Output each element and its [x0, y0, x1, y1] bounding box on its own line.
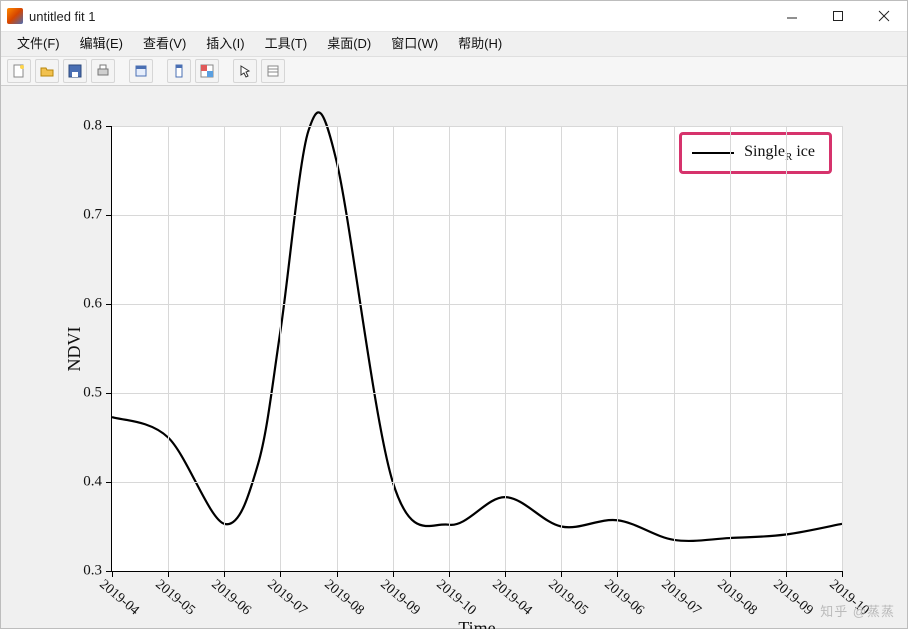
grid-v [786, 126, 787, 571]
x-tick [617, 571, 618, 577]
x-axis-label: Time [458, 618, 495, 629]
y-tick-label: 0.6 [62, 296, 112, 313]
grid-v [393, 126, 394, 571]
new-figure-button[interactable] [7, 59, 31, 83]
grid-h [112, 126, 842, 127]
print-icon [96, 64, 110, 78]
x-tick [224, 571, 225, 577]
figure-area[interactable]: SingleR ice NDVI Time 0.30.40.50.60.70.8… [1, 86, 907, 628]
link-icon [172, 64, 186, 78]
legend-swatch [692, 152, 734, 154]
x-tick-label: 2019-09 [770, 577, 816, 619]
menu-tools[interactable]: 工具(T) [255, 32, 318, 56]
print-preview-icon [134, 64, 148, 78]
grid-v [674, 126, 675, 571]
save-button[interactable] [63, 59, 87, 83]
save-icon [68, 64, 82, 78]
grid-v [168, 126, 169, 571]
minimize-button[interactable] [769, 1, 815, 31]
data-tips-button[interactable] [261, 59, 285, 83]
x-tick [674, 571, 675, 577]
menu-window[interactable]: 窗口(W) [381, 32, 448, 56]
x-tick [280, 571, 281, 577]
x-tick [449, 571, 450, 577]
x-tick [337, 571, 338, 577]
y-axis-label: NDVI [64, 326, 85, 371]
y-tick-label: 0.4 [62, 474, 112, 491]
menu-insert[interactable]: 插入(I) [196, 32, 254, 56]
x-tick-label: 2019-05 [152, 577, 198, 619]
menu-desktop[interactable]: 桌面(D) [317, 32, 381, 56]
x-tick [842, 571, 843, 577]
close-button[interactable] [861, 1, 907, 31]
x-tick-label: 2019-06 [208, 577, 254, 619]
grid-h [112, 482, 842, 483]
grid-v [730, 126, 731, 571]
open-button[interactable] [35, 59, 59, 83]
x-tick [786, 571, 787, 577]
data-tips-icon [266, 64, 280, 78]
pointer-icon [238, 64, 252, 78]
edit-plot-button[interactable] [233, 59, 257, 83]
open-icon [40, 64, 54, 78]
minimize-icon [786, 10, 798, 22]
x-tick-label: 2019-07 [657, 577, 703, 619]
matlab-figure-window: untitled fit 1 文件(F) 编辑(E) 查看(V) 插入(I) 工… [0, 0, 908, 629]
x-tick [168, 571, 169, 577]
link-plot-button[interactable] [167, 59, 191, 83]
x-tick-label: 2019-08 [713, 577, 759, 619]
grid-v [561, 126, 562, 571]
print-preview-button[interactable] [129, 59, 153, 83]
print-button[interactable] [91, 59, 115, 83]
grid-h [112, 393, 842, 394]
legend[interactable]: SingleR ice [679, 132, 832, 174]
axes[interactable]: SingleR ice NDVI Time 0.30.40.50.60.70.8… [111, 126, 842, 572]
grid-v [842, 126, 843, 571]
grid-v [449, 126, 450, 571]
y-tick-label: 0.7 [62, 207, 112, 224]
grid-v [280, 126, 281, 571]
grid-v [337, 126, 338, 571]
matlab-icon [7, 8, 23, 24]
x-tick [730, 571, 731, 577]
x-tick-label: 2019-04 [96, 577, 142, 619]
maximize-button[interactable] [815, 1, 861, 31]
x-tick-label: 2019-08 [320, 577, 366, 619]
menu-help[interactable]: 帮助(H) [448, 32, 512, 56]
legend-label: SingleR ice [744, 143, 815, 163]
watermark: 知乎 @蒸蒸 [820, 601, 895, 620]
menubar: 文件(F) 编辑(E) 查看(V) 插入(I) 工具(T) 桌面(D) 窗口(W… [1, 32, 907, 57]
y-tick-label: 0.8 [62, 118, 112, 135]
data-curve [112, 126, 842, 571]
window-controls [769, 1, 907, 31]
x-tick [112, 571, 113, 577]
titlebar[interactable]: untitled fit 1 [1, 1, 907, 32]
grid-v [617, 126, 618, 571]
x-tick [393, 571, 394, 577]
x-tick-label: 2019-09 [376, 577, 422, 619]
grid-v [505, 126, 506, 571]
x-tick-label: 2019-10 [433, 577, 479, 619]
grid-v [224, 126, 225, 571]
grid-h [112, 215, 842, 216]
toolbar [1, 57, 907, 86]
x-tick-label: 2019-04 [489, 577, 535, 619]
x-tick [505, 571, 506, 577]
colorbar-icon [200, 64, 214, 78]
window-title: untitled fit 1 [29, 9, 769, 24]
y-tick-label: 0.5 [62, 385, 112, 402]
insert-colorbar-button[interactable] [195, 59, 219, 83]
series-line [112, 112, 842, 541]
menu-view[interactable]: 查看(V) [133, 32, 196, 56]
close-icon [878, 10, 890, 22]
x-tick-label: 2019-07 [264, 577, 310, 619]
menu-edit[interactable]: 编辑(E) [70, 32, 133, 56]
new-icon [12, 64, 26, 78]
x-tick [561, 571, 562, 577]
x-tick-label: 2019-06 [601, 577, 647, 619]
grid-h [112, 304, 842, 305]
maximize-icon [832, 10, 844, 22]
menu-file[interactable]: 文件(F) [7, 32, 70, 56]
x-tick-label: 2019-05 [545, 577, 591, 619]
